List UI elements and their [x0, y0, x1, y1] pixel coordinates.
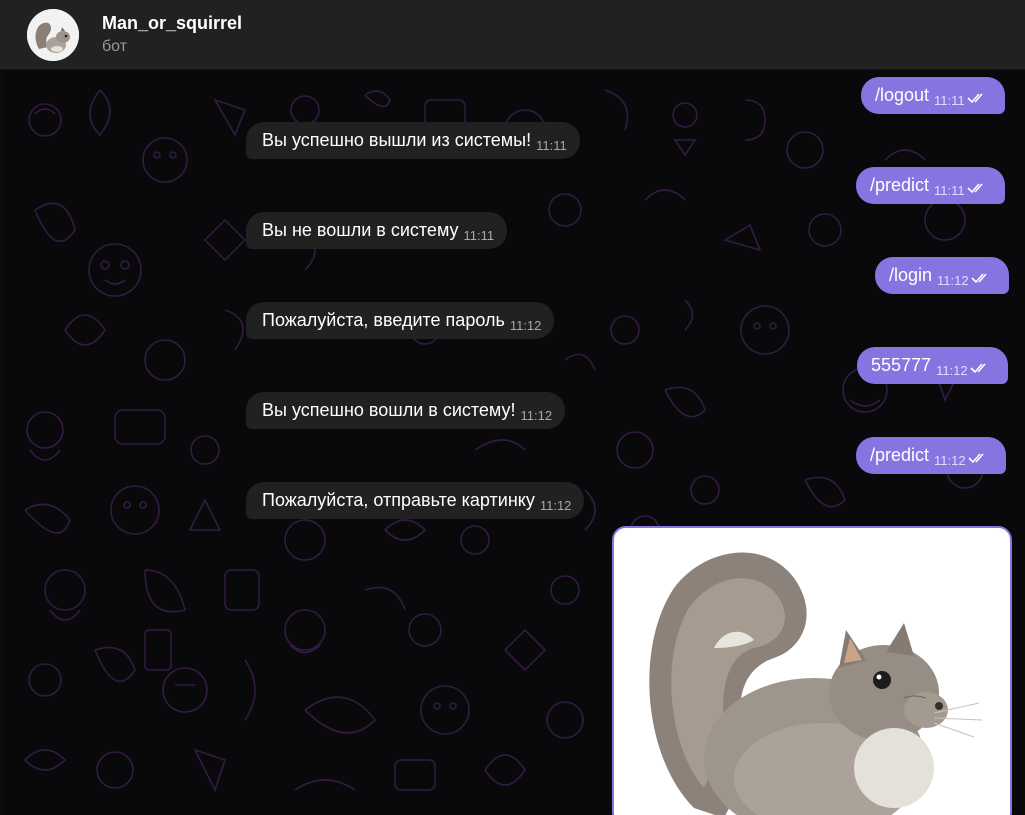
message-bubble-incoming[interactable]: Вы не вошли в систему 11:11	[246, 212, 508, 249]
chat-subtitle: бот	[102, 38, 128, 55]
message-time: 11:11	[934, 93, 965, 108]
message-time: 11:12	[520, 408, 553, 423]
message-text: /predict	[870, 175, 930, 195]
message-text: Вы не вошли в систему	[262, 220, 459, 240]
chat-message-area[interactable]: /logout 11:11 Вы успешно вышли из системы…	[5, 70, 1025, 815]
squirrel-photo-message[interactable]	[612, 526, 1012, 815]
message-time: 11:12	[509, 318, 542, 333]
message-bubble-outgoing[interactable]: /predict 11:11	[856, 167, 1005, 204]
message-time: 11:12	[937, 273, 969, 288]
message-text: Вы успешно вошли в систему!	[262, 400, 516, 420]
message-text: /logout	[875, 85, 930, 105]
message-time: 11:11	[463, 228, 495, 243]
message-time: 11:11	[536, 138, 567, 153]
message-text: 555777	[871, 355, 932, 375]
chat-header[interactable]: Man_or_squirrel бот	[0, 0, 1025, 70]
message-text: Вы успешно вышли из системы!	[262, 130, 532, 150]
message-bubble-incoming[interactable]: Вы успешно вышли из системы! 11:11	[246, 122, 580, 159]
message-time: 11:11	[934, 183, 965, 198]
message-text: /predict	[870, 445, 930, 465]
message-bubble-outgoing[interactable]: /logout 11:11	[861, 77, 1005, 114]
chat-title: Man_or_squirrel	[102, 13, 243, 33]
message-time: 11:12	[936, 363, 968, 378]
double-check-icon	[967, 80, 987, 117]
message-time: 11:12	[934, 453, 966, 468]
squirrel-avatar-icon[interactable]	[27, 9, 79, 61]
squirrel-photo	[614, 528, 1010, 815]
message-text: Пожалуйста, отправьте картинку	[262, 490, 535, 510]
message-text: /login	[889, 265, 933, 285]
message-bubble-outgoing[interactable]: 555777 11:12	[857, 347, 1008, 384]
double-check-icon	[970, 350, 990, 387]
message-bubble-incoming[interactable]: Пожалуйста, введите пароль 11:12	[246, 302, 555, 339]
message-text: Пожалуйста, введите пароль	[262, 310, 505, 330]
message-bubble-incoming[interactable]: Пожалуйста, отправьте картинку 11:12	[246, 482, 585, 519]
message-time: 11:12	[539, 498, 572, 513]
message-bubble-incoming[interactable]: Вы успешно вошли в систему! 11:12	[246, 392, 566, 429]
double-check-icon	[971, 260, 991, 297]
double-check-icon	[967, 170, 987, 207]
double-check-icon	[968, 440, 988, 477]
message-bubble-outgoing[interactable]: /login 11:12	[875, 257, 1009, 294]
message-bubble-outgoing[interactable]: /predict 11:12	[856, 437, 1006, 474]
